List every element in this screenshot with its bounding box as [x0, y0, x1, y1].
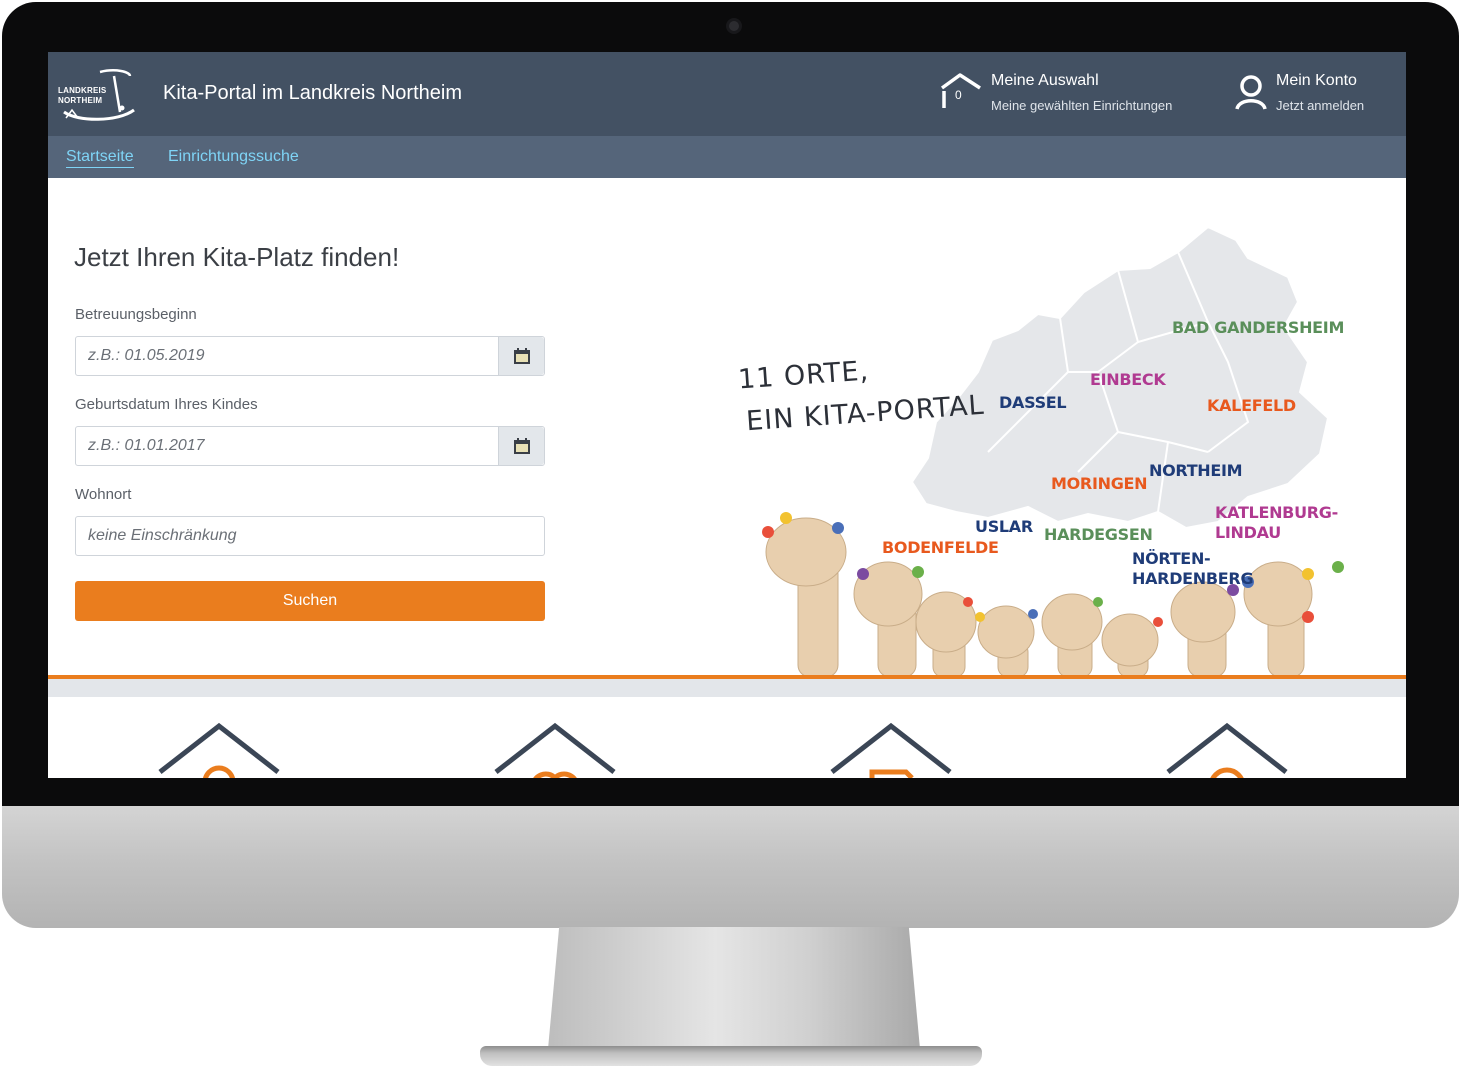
- town-bodenfelde: BODENFELDE: [882, 538, 999, 557]
- konto-title: Mein Konto: [1276, 72, 1357, 89]
- town-northeim: NORTHEIM: [1149, 461, 1243, 480]
- betreuungsbeginn-calendar-button[interactable]: [498, 337, 544, 375]
- monitor-stand-base: [480, 1046, 982, 1066]
- nav-einrichtungssuche[interactable]: Einrichtungssuche: [168, 148, 299, 166]
- site-title[interactable]: Kita-Portal im Landkreis Northeim: [163, 82, 462, 105]
- auswahl-subtitle: Meine gewählten Einrichtungen: [991, 98, 1173, 113]
- suchen-button[interactable]: Suchen: [75, 581, 545, 621]
- town-katlenburg: KATLENBURG-: [1215, 503, 1338, 522]
- nav-startseite[interactable]: Startseite: [66, 148, 134, 168]
- geburtsdatum-calendar-button[interactable]: [498, 427, 544, 465]
- wohnort-field: [75, 516, 545, 556]
- logo-line-2: NORTHEIM: [58, 96, 103, 105]
- town-dassel: DASSEL: [999, 393, 1067, 412]
- betreuungsbeginn-input[interactable]: [76, 337, 499, 375]
- geburtsdatum-label: Geburtsdatum Ihres Kindes: [75, 396, 258, 413]
- feature-info-icon: [1166, 722, 1288, 778]
- feature-family-icon: [494, 722, 616, 778]
- logo-text: LANDKREIS NORTHEIM: [58, 86, 106, 106]
- meine-auswahl-link[interactable]: 0 Meine Auswahl Meine gewählten Einricht…: [938, 72, 1198, 118]
- browser-screen: LANDKREIS NORTHEIM Kita-Portal im Landkr…: [48, 52, 1406, 778]
- logo-line-1: LANDKREIS: [58, 86, 107, 95]
- town-kalefeld: KALEFELD: [1207, 396, 1296, 415]
- town-lindau: LINDAU: [1215, 523, 1281, 542]
- calendar-icon: [514, 348, 530, 364]
- search-form-title: Jetzt Ihren Kita-Platz finden!: [74, 242, 400, 272]
- town-hardegsen: HARDEGSEN: [1044, 525, 1153, 544]
- geburtsdatum-input[interactable]: [76, 427, 499, 465]
- monitor-chin: [2, 806, 1459, 928]
- user-icon: [1235, 75, 1267, 110]
- town-moringen: MORINGEN: [1051, 474, 1148, 493]
- betreuungsbeginn-label: Betreuungsbeginn: [75, 306, 197, 323]
- town-einbeck: EINBECK: [1090, 370, 1166, 389]
- monitor-stand: [548, 927, 920, 1049]
- auswahl-count-badge: 0: [955, 88, 962, 102]
- auswahl-title: Meine Auswahl: [991, 72, 1099, 89]
- town-uslar: USLAR: [975, 517, 1033, 536]
- betreuungsbeginn-field: [75, 336, 545, 376]
- main-navigation: Startseite Einrichtungssuche: [48, 136, 1406, 178]
- wohnort-label: Wohnort: [75, 486, 132, 503]
- webcam-icon: [726, 18, 742, 34]
- geburtsdatum-field: [75, 426, 545, 466]
- town-bad-gandersheim: BAD GANDERSHEIM: [1172, 318, 1345, 337]
- section-band: [48, 679, 1406, 697]
- konto-subtitle: Jetzt anmelden: [1276, 98, 1365, 113]
- wohnort-input[interactable]: [76, 517, 544, 555]
- feature-edit-icon: [830, 722, 952, 778]
- town-hardenberg: HARDENBERG: [1132, 569, 1254, 588]
- town-noerten: NÖRTEN-: [1132, 549, 1211, 568]
- calendar-icon: [514, 438, 530, 454]
- mein-konto-link[interactable]: Mein Konto Jetzt anmelden: [1234, 72, 1394, 118]
- region-map-illustration: 11 ORTE, EIN KITA-PORTAL BAD GANDERSHEIM…: [688, 222, 1388, 677]
- feature-search-icon: [158, 722, 280, 778]
- header-bar: LANDKREIS NORTHEIM Kita-Portal im Landkr…: [48, 52, 1406, 136]
- region-map-graphic: [762, 225, 1344, 677]
- landkreis-logo[interactable]: LANDKREIS NORTHEIM: [58, 66, 138, 124]
